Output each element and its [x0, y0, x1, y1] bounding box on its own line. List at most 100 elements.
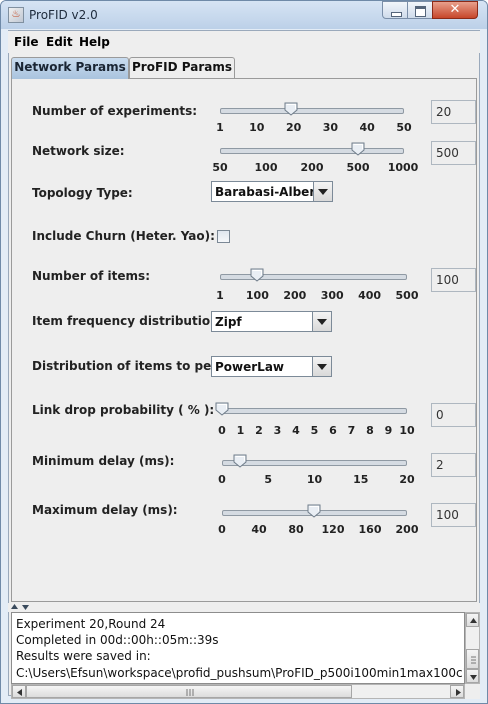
network-size-tick: 1000 — [387, 161, 419, 174]
topology-dropdown-button[interactable] — [313, 182, 332, 201]
link-drop-value-field[interactable]: 0 — [431, 403, 476, 427]
log-output-area[interactable]: Experiment 20,Round 24 Completed in 00d:… — [11, 612, 465, 684]
slider-thumb-icon — [351, 142, 365, 156]
min-delay-value-field[interactable]: 2 — [431, 453, 476, 477]
window-title: ProFID v2.0 — [29, 8, 98, 22]
minimize-button[interactable] — [382, 1, 408, 19]
items-tick: 1 — [216, 289, 224, 302]
java-cup-icon[interactable]: ♨ — [8, 7, 24, 23]
link-drop-tick: 10 — [399, 424, 415, 437]
slider-thumb-icon — [233, 454, 247, 468]
min-delay-slider-ticks: 0 5 10 15 20 — [0, 473, 488, 487]
items-slider-track[interactable] — [220, 274, 407, 280]
link-drop-tick: 0 — [218, 424, 226, 437]
menu-edit[interactable]: Edit — [46, 35, 73, 49]
experiments-slider-track[interactable] — [220, 108, 404, 114]
network-size-slider-ticks: 50 100 200 500 1000 — [0, 161, 488, 175]
log-horizontal-scrollbar[interactable] — [11, 684, 465, 699]
experiments-tick: 50 — [396, 121, 412, 134]
link-drop-label: Link drop probability ( % ): — [32, 403, 215, 417]
network-size-tick: 500 — [346, 161, 370, 174]
experiments-slider-ticks: 1 10 20 30 40 50 — [0, 121, 488, 135]
split-pane-divider[interactable] — [8, 603, 480, 612]
max-delay-tick: 40 — [251, 523, 267, 536]
min-delay-slider-thumb[interactable] — [233, 454, 247, 468]
items-label: Number of items: — [32, 269, 150, 283]
max-delay-tick: 0 — [218, 523, 226, 536]
item-frequency-label: Item frequency distribution: — [32, 314, 224, 328]
chevron-down-icon — [317, 319, 327, 325]
expand-down-icon[interactable] — [22, 604, 29, 611]
min-delay-slider-track[interactable] — [222, 460, 407, 466]
link-drop-tick: 4 — [292, 424, 300, 437]
max-delay-slider-ticks: 0 40 80 120 160 200 — [0, 523, 488, 537]
item-distribution-selected-value: PowerLaw — [215, 360, 285, 374]
max-delay-tick: 160 — [358, 523, 382, 536]
collapse-up-icon[interactable] — [11, 603, 18, 610]
item-distribution-label: Distribution of items to peers: — [32, 359, 238, 373]
min-delay-tick: 5 — [264, 473, 273, 486]
scroll-right-button[interactable] — [450, 685, 464, 698]
items-tick: 400 — [358, 289, 382, 302]
items-slider-thumb[interactable] — [250, 268, 264, 282]
horizontal-scroll-thumb[interactable] — [26, 685, 352, 698]
experiments-slider-thumb[interactable] — [284, 102, 298, 116]
chevron-down-icon — [318, 189, 328, 195]
slider-thumb-icon — [307, 504, 320, 518]
close-button[interactable]: ✕ — [432, 1, 478, 19]
log-line: Experiment 20,Round 24 — [16, 617, 166, 631]
items-tick: 100 — [245, 289, 269, 302]
network-size-slider-thumb[interactable] — [351, 142, 365, 156]
max-delay-tick: 200 — [395, 523, 419, 536]
topology-select[interactable]: Barabasi-Albert — [211, 181, 333, 202]
network-size-tick: 50 — [212, 161, 228, 174]
close-icon: ✕ — [449, 2, 461, 17]
churn-label: Include Churn (Heter. Yao): — [32, 229, 215, 243]
network-size-slider-track[interactable] — [220, 148, 404, 154]
topology-selected-value: Barabasi-Albert — [215, 185, 321, 199]
tab-network-params[interactable]: Network Params — [11, 57, 129, 79]
experiments-value-field[interactable]: 20 — [431, 100, 476, 124]
grip-icon — [471, 656, 476, 664]
scroll-down-button[interactable] — [466, 669, 479, 683]
item-distribution-dropdown-button[interactable] — [312, 357, 331, 376]
scroll-left-button[interactable] — [12, 685, 26, 698]
link-drop-tick: 7 — [347, 424, 356, 437]
item-frequency-select[interactable]: Zipf — [211, 311, 332, 332]
link-drop-tick: 2 — [255, 424, 263, 437]
slider-thumb-icon — [284, 102, 298, 116]
min-delay-tick: 20 — [399, 473, 415, 486]
link-drop-slider-ticks: 0 1 2 3 4 5 6 7 8 9 10 — [0, 424, 488, 438]
link-drop-tick: 3 — [273, 424, 282, 437]
vertical-scroll-thumb[interactable] — [466, 649, 479, 669]
link-drop-slider-track[interactable] — [222, 408, 407, 414]
scroll-up-button[interactable] — [466, 613, 479, 627]
link-drop-tick: 1 — [236, 424, 245, 437]
menu-help[interactable]: Help — [79, 35, 110, 49]
max-delay-value-field[interactable]: 100 — [431, 503, 476, 527]
min-delay-tick: 0 — [218, 473, 226, 486]
menu-file[interactable]: File — [14, 35, 39, 49]
arrow-down-icon — [470, 675, 477, 680]
log-vertical-scrollbar[interactable] — [465, 612, 480, 684]
grip-icon — [186, 689, 194, 696]
item-distribution-select[interactable]: PowerLaw — [211, 356, 332, 377]
experiments-label: Number of experiments: — [32, 104, 198, 118]
tab-profid-params[interactable]: ProFID Params — [129, 57, 235, 78]
max-delay-tick: 120 — [321, 523, 345, 536]
arrow-up-icon — [470, 618, 477, 623]
link-drop-slider-thumb[interactable] — [215, 402, 229, 416]
items-tick: 500 — [395, 289, 419, 302]
churn-checkbox[interactable] — [217, 230, 230, 243]
link-drop-tick: 6 — [329, 424, 337, 437]
log-line: Results were saved in: — [16, 649, 151, 663]
network-size-label: Network size: — [32, 144, 125, 158]
network-size-tick: 200 — [300, 161, 324, 174]
items-tick: 300 — [320, 289, 344, 302]
item-frequency-dropdown-button[interactable] — [312, 312, 331, 331]
network-size-value-field[interactable]: 500 — [431, 141, 476, 165]
max-delay-slider-thumb[interactable] — [307, 504, 321, 518]
items-value-field[interactable]: 100 — [431, 268, 476, 292]
maximize-button[interactable] — [407, 1, 433, 19]
experiments-tick: 40 — [359, 121, 375, 134]
